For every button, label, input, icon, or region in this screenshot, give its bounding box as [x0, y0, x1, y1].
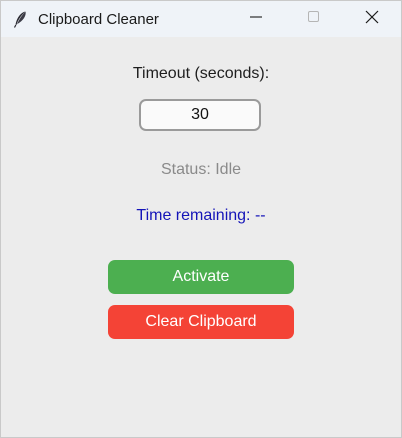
clear-clipboard-button[interactable]: Clear Clipboard: [108, 305, 294, 339]
maximize-button[interactable]: [285, 1, 343, 37]
time-remaining-text: Time remaining: --: [136, 207, 266, 224]
feather-icon: [10, 9, 30, 29]
main-content: Timeout (seconds): Status: Idle Time rem…: [1, 37, 401, 437]
app-window: Clipboard Cleaner Timeout (seconds): 30 …: [0, 0, 402, 438]
status-text: Status: Idle: [160, 161, 242, 178]
window-title: Clipboard Cleaner: [38, 11, 159, 28]
title-bar[interactable]: Clipboard Cleaner: [1, 1, 401, 37]
close-icon: [365, 10, 379, 29]
timeout-label: Timeout (seconds):: [132, 65, 270, 82]
maximize-icon: [308, 10, 320, 28]
timeout-input[interactable]: [139, 99, 261, 131]
close-button[interactable]: [343, 1, 401, 37]
minimize-icon: [250, 10, 262, 28]
minimize-button[interactable]: [227, 1, 285, 37]
activate-button[interactable]: Activate: [108, 260, 294, 294]
